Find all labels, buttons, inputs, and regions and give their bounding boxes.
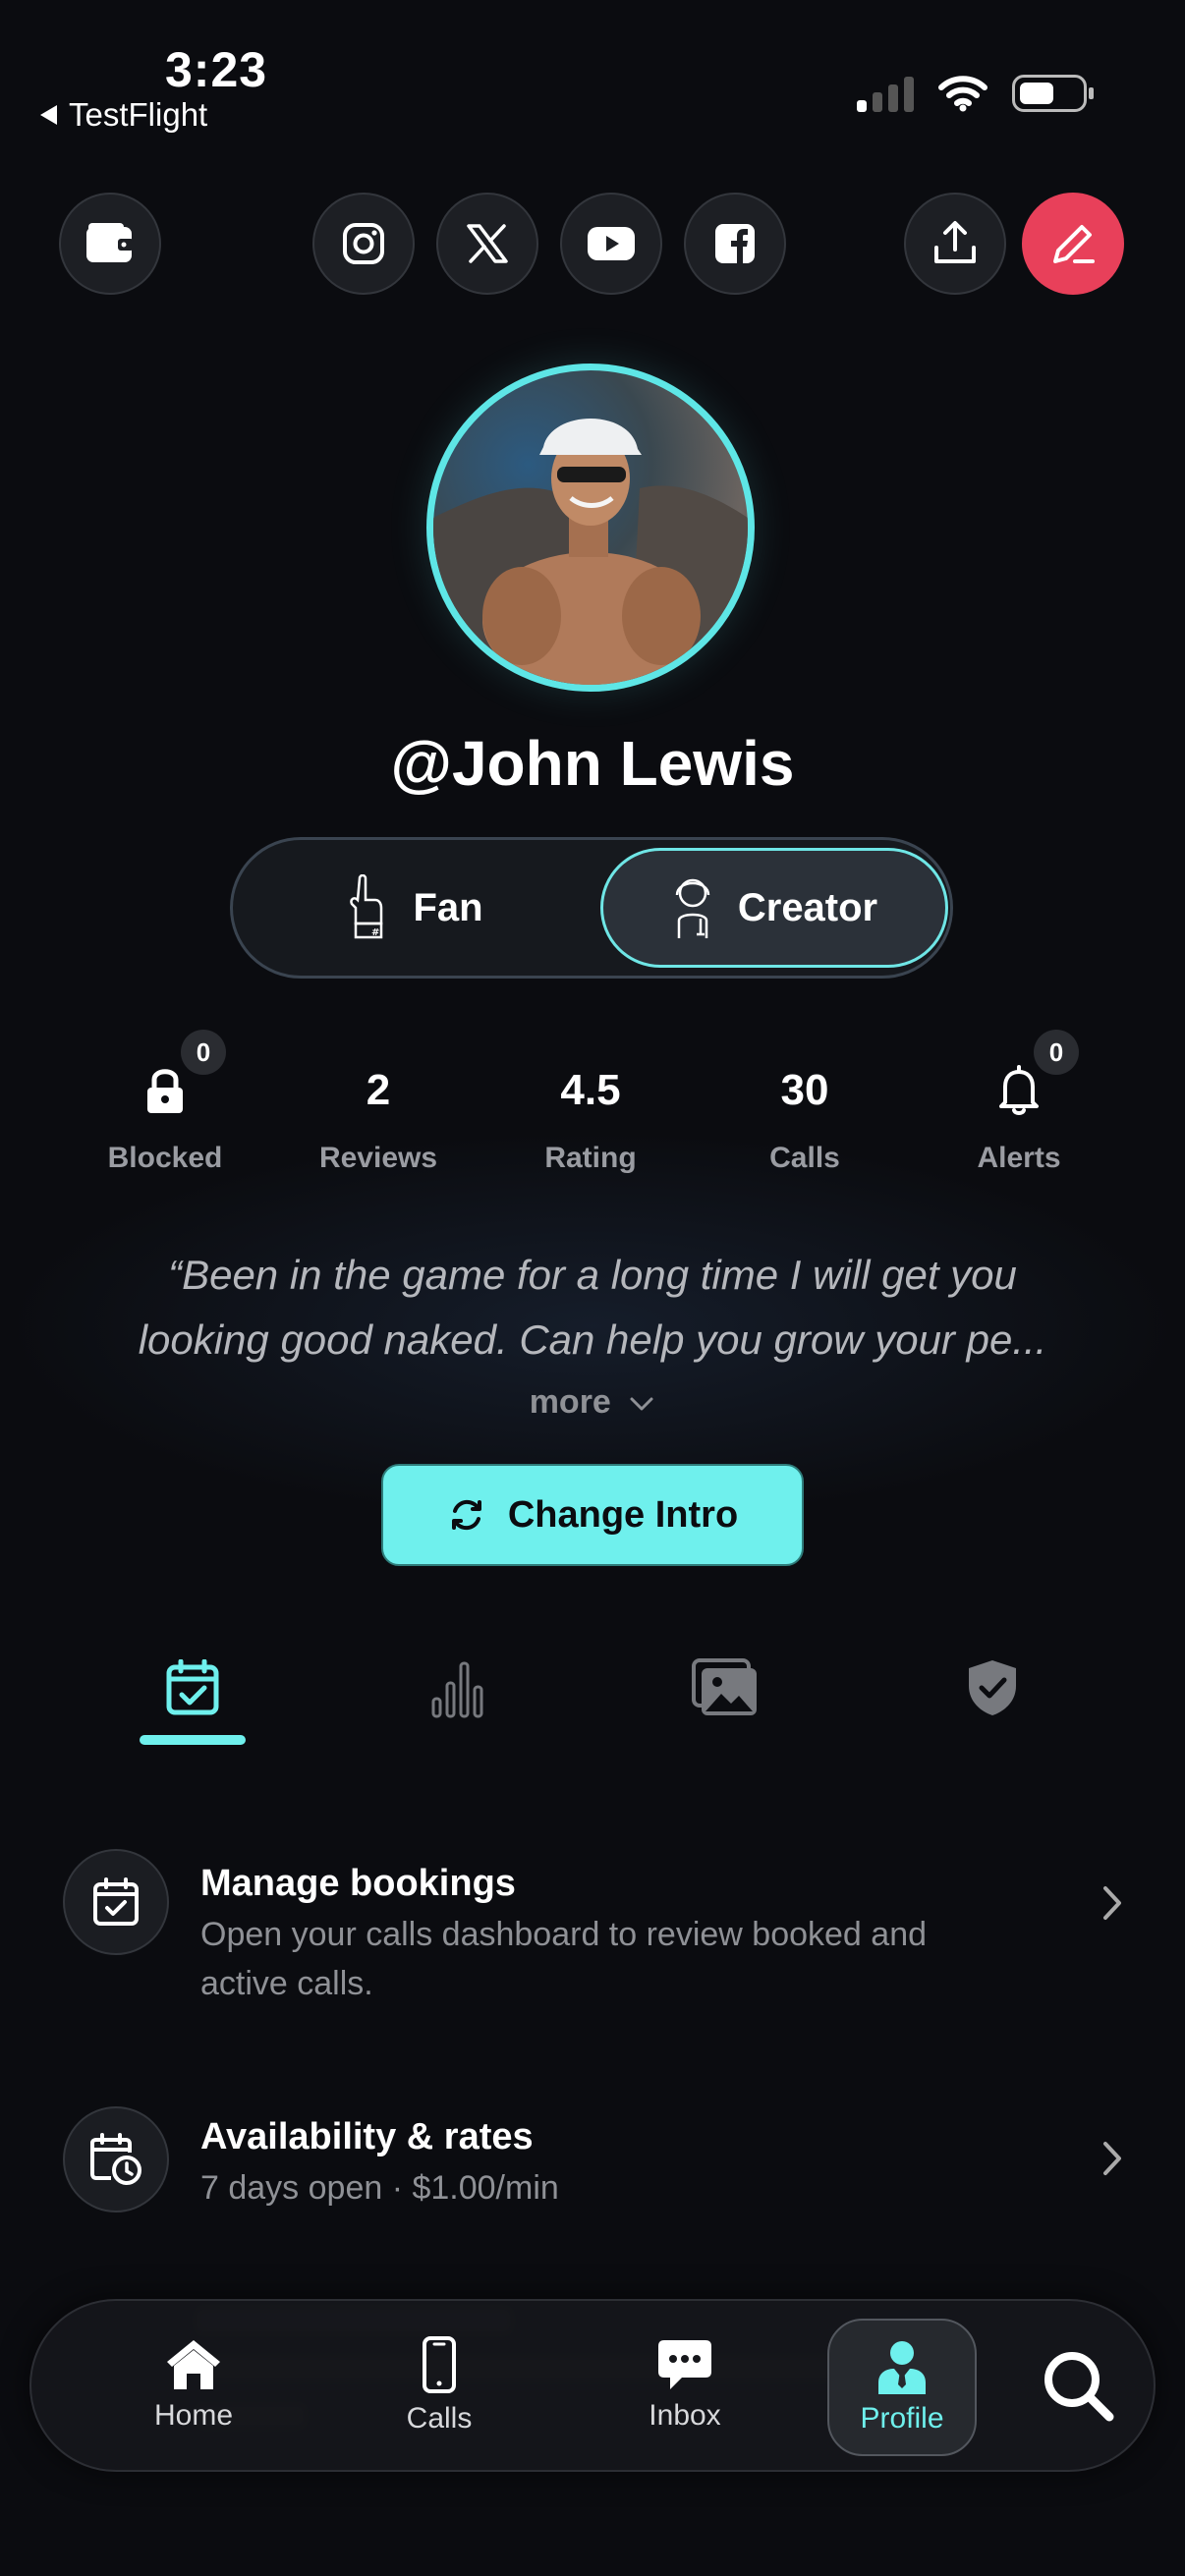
active-tab-indicator [140, 1735, 246, 1745]
manage-bookings-subtitle: Open your calls dashboard to review book… [200, 1910, 1055, 2008]
stat-calls-value: 30 [780, 1066, 829, 1114]
wallet-button[interactable] [59, 193, 161, 295]
nav-search[interactable] [1024, 2301, 1132, 2470]
calendar-check-icon [93, 1877, 139, 1926]
profile-icon [878, 2341, 926, 2394]
tab-analytics[interactable] [405, 1649, 513, 1727]
stat-rating-label: Rating [544, 1142, 637, 1174]
nav-home-label: Home [153, 2399, 234, 2432]
instagram-button[interactable] [312, 193, 415, 295]
stat-alerts[interactable]: Alerts [921, 1061, 1117, 1175]
bio-line-1: “Been in the game for a long time I will… [168, 1252, 1017, 1298]
chat-bubble-icon [658, 2340, 711, 2389]
bio-more-toggle[interactable]: more [0, 1383, 1185, 1422]
x-button[interactable] [436, 193, 538, 295]
battery-icon [1012, 75, 1094, 112]
chevron-down-icon [630, 1397, 653, 1411]
change-intro-button[interactable]: Change Intro [381, 1464, 804, 1566]
stat-calls[interactable]: 30 Calls [706, 1061, 903, 1175]
toggle-fan-label: Fan [413, 885, 483, 929]
bio-text: “Been in the game for a long time I will… [59, 1243, 1126, 1372]
edit-icon [1053, 225, 1095, 263]
stat-alerts-label: Alerts [977, 1142, 1061, 1174]
refresh-icon [451, 1499, 481, 1531]
youtube-icon [588, 227, 635, 260]
back-triangle-icon [40, 105, 57, 125]
signal-icon [857, 75, 914, 112]
stat-reviews-value: 2 [366, 1066, 391, 1114]
role-toggle: # Fan Creator [230, 837, 953, 979]
calendar-check-icon [166, 1659, 219, 1715]
nav-inbox[interactable]: Inbox [611, 2301, 759, 2470]
bell-icon [999, 1065, 1039, 1115]
nav-profile[interactable]: Profile [827, 2319, 977, 2456]
manage-bookings-title: Manage bookings [200, 1863, 516, 1904]
back-label: TestFlight [69, 96, 208, 133]
nav-home[interactable]: Home [120, 2301, 267, 2470]
status-indicators [857, 75, 1094, 112]
wallet-icon [86, 223, 134, 262]
lock-icon [147, 1069, 183, 1113]
nav-calls-label: Calls [406, 2402, 473, 2435]
manage-bookings-subtitle-line-2: active calls. [200, 1965, 373, 2002]
toggle-creator-label: Creator [737, 885, 878, 929]
tab-verification[interactable] [938, 1649, 1046, 1727]
stat-blocked-label: Blocked [107, 1142, 223, 1174]
facebook-icon [715, 224, 755, 263]
back-to-testflight[interactable]: TestFlight [37, 96, 207, 134]
gallery-icon [692, 1658, 757, 1715]
stat-reviews[interactable]: 2 Reviews [280, 1061, 477, 1175]
stat-reviews-label: Reviews [318, 1142, 438, 1174]
share-button[interactable] [904, 193, 1006, 295]
list-item-manage-bookings[interactable]: Manage bookings Open your calls dashboar… [63, 1849, 1124, 2006]
wifi-icon [938, 76, 988, 112]
x-icon [467, 224, 508, 263]
avatar-photo [433, 419, 748, 685]
home-icon [167, 2340, 220, 2389]
toggle-creator[interactable]: Creator [600, 848, 948, 968]
share-icon [934, 221, 976, 263]
toggle-fan[interactable]: # Fan [241, 848, 589, 968]
chevron-right-icon [1103, 1886, 1121, 1920]
manage-bookings-subtitle-line-1: Open your calls dashboard to review book… [200, 1916, 928, 1953]
avatar[interactable] [426, 364, 755, 692]
blocked-count-badge: 0 [181, 1030, 226, 1075]
availability-icon-circle [63, 2106, 169, 2212]
bio-line-2: looking good naked. Can help you grow yo… [138, 1316, 1047, 1363]
creator-headset-icon [675, 878, 710, 938]
more-label: more [529, 1383, 611, 1421]
facebook-button[interactable] [684, 193, 786, 295]
stat-rating[interactable]: 4.5 Rating [492, 1061, 689, 1175]
nav-calls[interactable]: Calls [366, 2301, 513, 2470]
foam-finger-icon: # [350, 874, 383, 939]
search-icon [1044, 2352, 1114, 2422]
nav-inbox-label: Inbox [649, 2399, 721, 2432]
list-item-availability-rates[interactable]: Availability & rates 7 days open · $1.00… [63, 2106, 1124, 2214]
username: @John Lewis [390, 728, 795, 799]
youtube-button[interactable] [560, 193, 662, 295]
manage-bookings-icon-circle [63, 1849, 169, 1955]
nav-profile-label: Profile [860, 2402, 944, 2435]
tab-bookings[interactable] [139, 1649, 247, 1727]
shield-check-icon [969, 1660, 1016, 1715]
phone-icon [423, 2336, 456, 2393]
bar-chart-icon [431, 1661, 483, 1718]
tab-gallery[interactable] [671, 1649, 779, 1727]
availability-subtitle: 7 days open · $1.00/min [200, 2169, 559, 2207]
calendar-clock-icon [90, 2133, 141, 2185]
change-intro-label: Change Intro [507, 1493, 739, 1536]
stat-blocked[interactable]: Blocked [67, 1061, 263, 1175]
stat-rating-value: 4.5 [560, 1066, 621, 1114]
instagram-icon [343, 223, 384, 264]
status-time: 3:23 [165, 42, 268, 97]
edit-profile-button[interactable] [1022, 193, 1124, 295]
availability-title: Availability & rates [200, 2116, 534, 2157]
chevron-right-icon [1103, 2142, 1121, 2175]
alerts-count-badge: 0 [1034, 1030, 1079, 1075]
svg-text:#: # [371, 927, 379, 938]
stat-calls-label: Calls [769, 1142, 840, 1174]
bottom-navigation: Home Calls Inbox Profile [29, 2299, 1156, 2472]
